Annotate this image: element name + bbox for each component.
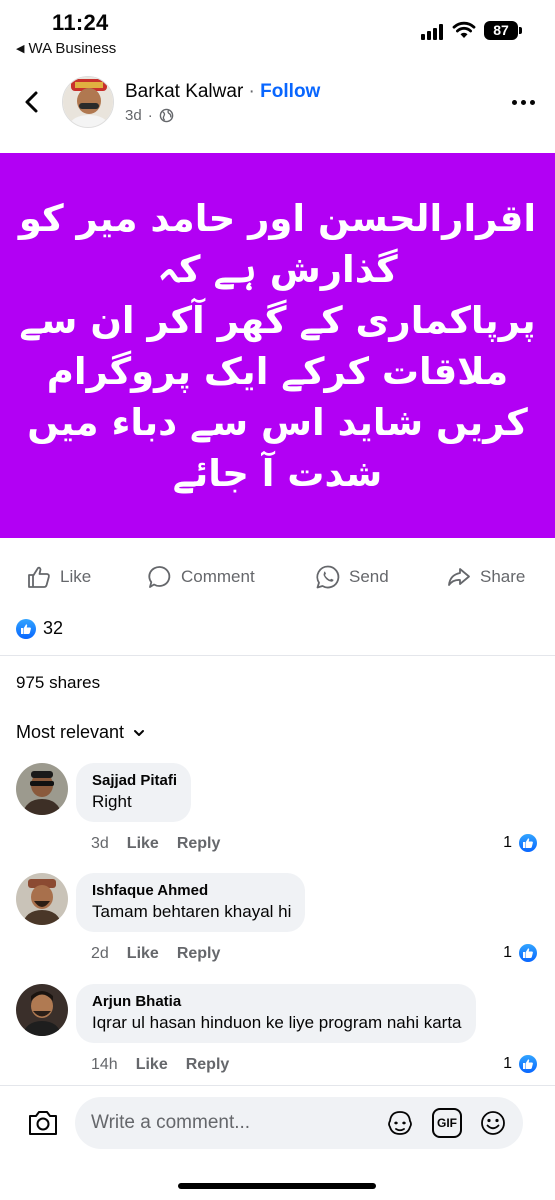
share-label: Share [480, 567, 526, 586]
comment-age: 14h [91, 1056, 118, 1073]
emoji-icon[interactable] [478, 1108, 508, 1138]
comment-reply-button[interactable]: Reply [177, 835, 221, 853]
sort-label: Most relevant [16, 722, 125, 742]
follow-button[interactable]: Follow [260, 81, 320, 102]
comment-like-button[interactable]: Like [127, 945, 159, 963]
comment-bubble[interactable]: Sajjad Pitafi Right [76, 763, 192, 822]
shares-count[interactable]: 975 shares [16, 673, 100, 693]
back-to-app-link[interactable]: ◀ WA Business [16, 40, 116, 57]
comment-bubble[interactable]: Arjun Bhatia Iqrar ul hasan hinduon ke l… [76, 984, 476, 1043]
post-image-text: اقرارالحسن اور حامد میر کو گذارش ہے کہ پ… [18, 193, 538, 499]
post-action-bar: Like Comment Send Share [0, 552, 555, 602]
comment-like-count[interactable]: 1 [503, 832, 539, 854]
comment-reply-button[interactable]: Reply [186, 1056, 230, 1074]
like-label: Like [60, 567, 92, 586]
comment-text: Tamam behtaren khayal hi [92, 902, 292, 921]
send-label: Send [349, 567, 389, 586]
commenter-name[interactable]: Ishfaque Ahmed [92, 882, 291, 899]
image-text-line: کریں شاید اس سے دباء میں [27, 400, 528, 444]
cellular-signal-icon [421, 24, 445, 40]
reaction-count: 32 [43, 618, 64, 638]
comment-reply-button[interactable]: Reply [177, 945, 221, 963]
comment-meta: 3d Like Reply [91, 835, 220, 853]
like-reaction-icon [517, 942, 539, 964]
commenter-avatar[interactable] [16, 763, 68, 815]
comment-meta: 2d Like Reply [91, 945, 220, 963]
wifi-icon [452, 21, 476, 38]
home-indicator [178, 1183, 376, 1189]
comment-bubble[interactable]: Ishfaque Ahmed Tamam behtaren khayal hi [76, 873, 306, 932]
reactions-summary[interactable]: 32 [16, 618, 63, 639]
post-meta: 3d · [125, 107, 174, 124]
comment-placeholder: Write a comment... [91, 1112, 251, 1133]
author-name[interactable]: Barkat Kalwar [125, 81, 243, 102]
share-arrow-icon [448, 568, 470, 586]
like-reaction-icon [517, 832, 539, 854]
battery-indicator: 87 [484, 21, 522, 40]
more-options-icon[interactable] [508, 92, 538, 112]
thumbs-up-icon [28, 566, 50, 588]
post-image[interactable]: اقرارالحسن اور حامد میر کو گذارش ہے کہ پ… [0, 153, 555, 538]
comment-text: Right [92, 792, 132, 811]
post-age[interactable]: 3d [125, 107, 142, 124]
back-app-label: WA Business [28, 40, 117, 57]
meta-separator: · [147, 107, 153, 124]
comment-text: Iqrar ul hasan hinduon ke liye program n… [92, 1013, 462, 1032]
comment-like-button[interactable]: Like [136, 1056, 168, 1074]
image-text-line: گذارش ہے کہ [157, 247, 398, 291]
comment-like-count[interactable]: 1 [503, 1053, 539, 1075]
globe-icon [159, 108, 173, 123]
back-arrow-icon[interactable] [18, 88, 46, 116]
whatsapp-icon [316, 565, 340, 589]
author-line: Barkat Kalwar · Follow [125, 81, 320, 103]
send-button[interactable]: Send [315, 564, 389, 590]
divider [0, 655, 555, 656]
camera-icon[interactable] [26, 1106, 60, 1140]
like-reaction-icon [16, 618, 36, 639]
image-text-line: پرپاکماری کے گھر آکر ان سے [19, 298, 536, 342]
comment-like-count[interactable]: 1 [503, 942, 539, 964]
comment-sort-dropdown[interactable]: Most relevant [16, 722, 146, 743]
author-avatar[interactable] [62, 76, 114, 128]
comment-button[interactable]: Comment [147, 564, 255, 590]
comment-age: 2d [91, 945, 109, 962]
comment-bubble-icon [148, 566, 171, 588]
comment-like-number: 1 [503, 1055, 512, 1072]
share-button[interactable]: Share [446, 564, 525, 590]
chevron-down-icon [134, 729, 145, 736]
commenter-avatar[interactable] [16, 873, 68, 925]
comment-composer: Write a comment... GIF [0, 1085, 555, 1200]
avatar-sticker-icon[interactable] [385, 1108, 415, 1138]
commenter-name[interactable]: Sajjad Pitafi [92, 772, 177, 789]
like-reaction-icon [517, 1053, 539, 1075]
comment-label: Comment [181, 567, 255, 586]
comment-like-number: 1 [503, 834, 512, 851]
image-text-line: شدت آ جائے [172, 451, 383, 495]
comment-meta: 14h Like Reply [91, 1056, 229, 1074]
status-time: 11:24 [52, 10, 109, 35]
image-text-line: ملاقات کرکے ایک پروگرام [46, 349, 509, 393]
author-separator: · [243, 81, 261, 102]
post-header: Barkat Kalwar · Follow 3d · [0, 70, 555, 140]
comment-age: 3d [91, 835, 109, 852]
back-triangle-icon: ◀ [16, 43, 25, 55]
comment-like-number: 1 [503, 944, 512, 961]
gif-button[interactable]: GIF [432, 1108, 462, 1138]
comment-like-button[interactable]: Like [127, 835, 159, 853]
status-bar: 11:24 ◀ WA Business 87 [0, 0, 555, 64]
like-button[interactable]: Like [26, 564, 91, 590]
commenter-avatar[interactable] [16, 984, 68, 1036]
comment-input[interactable]: Write a comment... GIF [75, 1097, 523, 1149]
commenter-name[interactable]: Arjun Bhatia [92, 993, 462, 1010]
image-text-line: اقرارالحسن اور حامد میر کو [18, 196, 537, 240]
